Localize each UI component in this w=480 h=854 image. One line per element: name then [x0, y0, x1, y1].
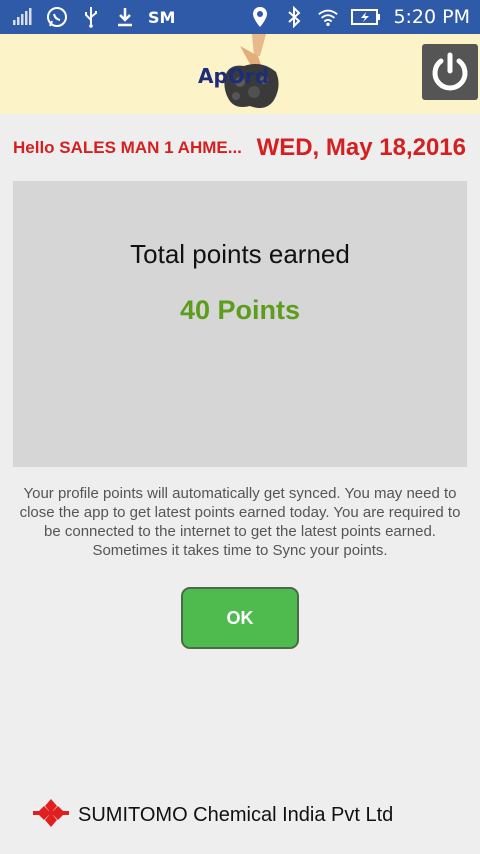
sumitomo-logo-icon — [32, 798, 70, 833]
power-icon — [432, 52, 468, 91]
points-panel: Total points earned 40 Points — [13, 181, 467, 467]
location-icon — [249, 6, 271, 28]
bluetooth-icon — [283, 6, 305, 28]
ok-button[interactable]: OK — [181, 587, 299, 649]
wifi-icon — [317, 6, 339, 28]
signal-icon — [12, 6, 34, 28]
status-bar-right: 5:20 PM — [249, 6, 470, 28]
battery-charging-icon — [351, 6, 381, 28]
greeting-text: Hello SALES MAN 1 AHME... — [13, 138, 242, 157]
status-bar-left: SM — [12, 6, 175, 28]
logo-text: ApOrd — [198, 64, 269, 88]
sync-info-text: Your profile points will automatically g… — [19, 485, 461, 559]
footer: SUMITOMO Chemical India Pvt Ltd — [32, 798, 393, 833]
usb-icon — [80, 6, 102, 28]
status-bar: SM 5:20 PM — [0, 0, 480, 34]
points-title: Total points earned — [130, 239, 350, 269]
date-text: WED, May 18,2016 — [256, 134, 466, 161]
clock: 5:20 PM — [393, 6, 470, 28]
whatsapp-icon — [46, 6, 68, 28]
app-bar: ApOrd — [0, 34, 480, 114]
power-button[interactable] — [422, 44, 478, 100]
points-value: 40 Points — [179, 295, 301, 325]
download-icon — [114, 6, 136, 28]
carrier-label: SM — [148, 7, 176, 27]
company-name: SUMITOMO Chemical India Pvt Ltd — [78, 804, 394, 826]
app-logo: ApOrd — [196, 34, 292, 114]
